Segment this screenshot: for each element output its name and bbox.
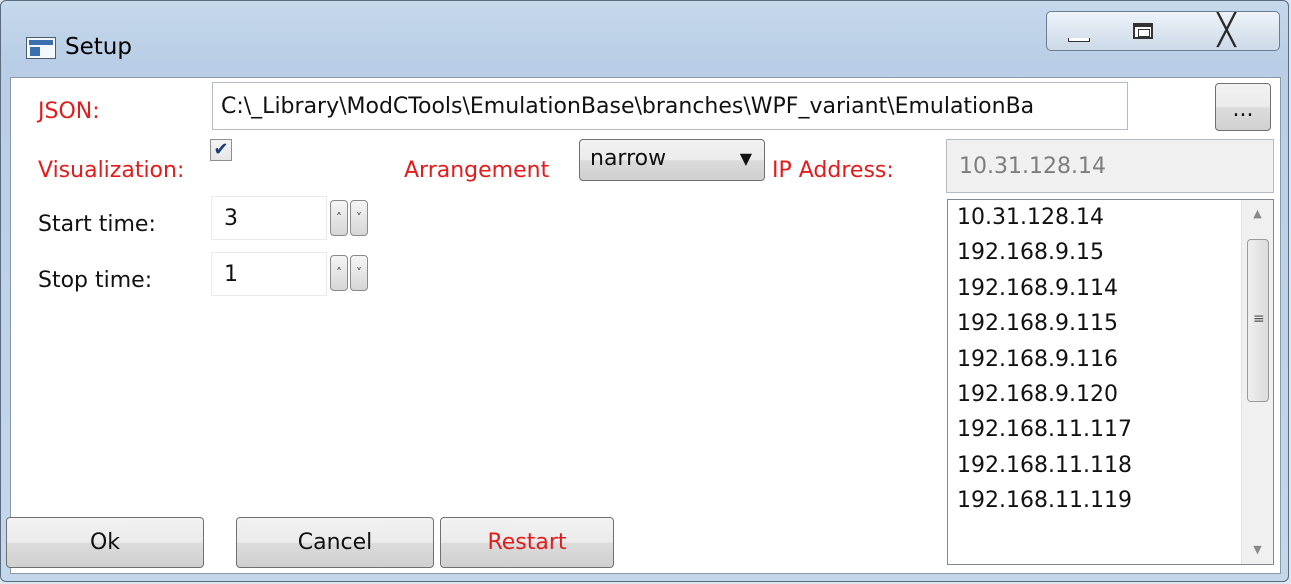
close-icon: ╳ bbox=[1217, 13, 1236, 48]
stop-time-up-button[interactable]: ˄ bbox=[330, 255, 348, 291]
chevron-up-icon: ˄ bbox=[336, 266, 342, 280]
grip-icon: ≡ bbox=[1253, 311, 1265, 327]
chevron-down-icon: ˅ bbox=[356, 211, 362, 225]
app-icon-bar bbox=[29, 40, 53, 45]
start-time-label: Start time: bbox=[38, 212, 156, 237]
restart-button[interactable]: Restart bbox=[440, 517, 614, 568]
list-item[interactable]: 192.168.9.116 bbox=[948, 342, 1240, 377]
arrangement-selected-value: narrow bbox=[590, 146, 667, 171]
ip-address-label: IP Address: bbox=[772, 158, 894, 183]
chevron-down-icon: ˅ bbox=[356, 266, 362, 280]
setup-window: Setup ╳ JSON: ... Visualization: ✔ Arran… bbox=[0, 0, 1289, 582]
list-item[interactable]: 192.168.9.120 bbox=[948, 377, 1240, 412]
chevron-down-icon: ▼ bbox=[739, 149, 752, 168]
minimize-button[interactable] bbox=[1046, 11, 1112, 51]
list-item[interactable]: 192.168.11.117 bbox=[948, 412, 1240, 447]
start-time-input[interactable] bbox=[211, 196, 327, 240]
ok-button[interactable]: Ok bbox=[6, 517, 204, 568]
visualization-label: Visualization: bbox=[38, 158, 185, 183]
cancel-button[interactable]: Cancel bbox=[236, 517, 434, 568]
stop-time-input[interactable] bbox=[211, 252, 327, 296]
arrangement-label: Arrangement bbox=[404, 158, 550, 183]
maximize-button[interactable] bbox=[1111, 11, 1175, 51]
app-icon-block bbox=[30, 47, 40, 56]
scroll-down-icon[interactable]: ▼ bbox=[1242, 536, 1273, 564]
browse-button[interactable]: ... bbox=[1215, 83, 1271, 131]
visualization-checkbox[interactable]: ✔ bbox=[210, 139, 232, 161]
scrollbar-thumb[interactable]: ≡ bbox=[1247, 239, 1269, 402]
ip-address-list[interactable]: 10.31.128.14 192.168.9.15 192.168.9.114 … bbox=[947, 199, 1274, 565]
checkmark-icon: ✔ bbox=[213, 139, 229, 160]
list-item[interactable]: 192.168.11.119 bbox=[948, 483, 1240, 518]
ip-address-field[interactable] bbox=[946, 139, 1274, 193]
list-item[interactable]: 192.168.9.15 bbox=[948, 235, 1240, 270]
json-label: JSON: bbox=[38, 99, 100, 124]
stop-time-label: Stop time: bbox=[38, 268, 153, 293]
list-item[interactable]: 192.168.11.118 bbox=[948, 448, 1240, 483]
json-path-input[interactable] bbox=[212, 82, 1128, 130]
scroll-up-icon[interactable]: ▲ bbox=[1242, 200, 1273, 228]
minimize-icon bbox=[1068, 38, 1090, 42]
stop-time-down-button[interactable]: ˅ bbox=[350, 255, 368, 291]
list-item[interactable]: 10.31.128.14 bbox=[948, 200, 1240, 235]
ip-list-items: 10.31.128.14 192.168.9.15 192.168.9.114 … bbox=[948, 200, 1240, 519]
dialog-content: JSON: ... Visualization: ✔ Arrangement n… bbox=[6, 77, 1281, 574]
title-bar[interactable]: Setup ╳ bbox=[1, 1, 1288, 77]
close-button[interactable]: ╳ bbox=[1174, 11, 1280, 51]
chevron-up-icon: ˄ bbox=[336, 211, 342, 225]
start-time-up-button[interactable]: ˄ bbox=[330, 200, 348, 236]
window-title: Setup bbox=[65, 34, 132, 60]
list-scrollbar[interactable]: ▲ ≡ ▼ bbox=[1241, 200, 1273, 564]
app-window-icon bbox=[26, 37, 56, 59]
list-item[interactable]: 192.168.9.115 bbox=[948, 306, 1240, 341]
arrangement-dropdown[interactable]: narrow ▼ bbox=[579, 139, 765, 181]
start-time-down-button[interactable]: ˅ bbox=[350, 200, 368, 236]
maximize-icon bbox=[1132, 23, 1153, 39]
list-item[interactable]: 192.168.9.114 bbox=[948, 271, 1240, 306]
